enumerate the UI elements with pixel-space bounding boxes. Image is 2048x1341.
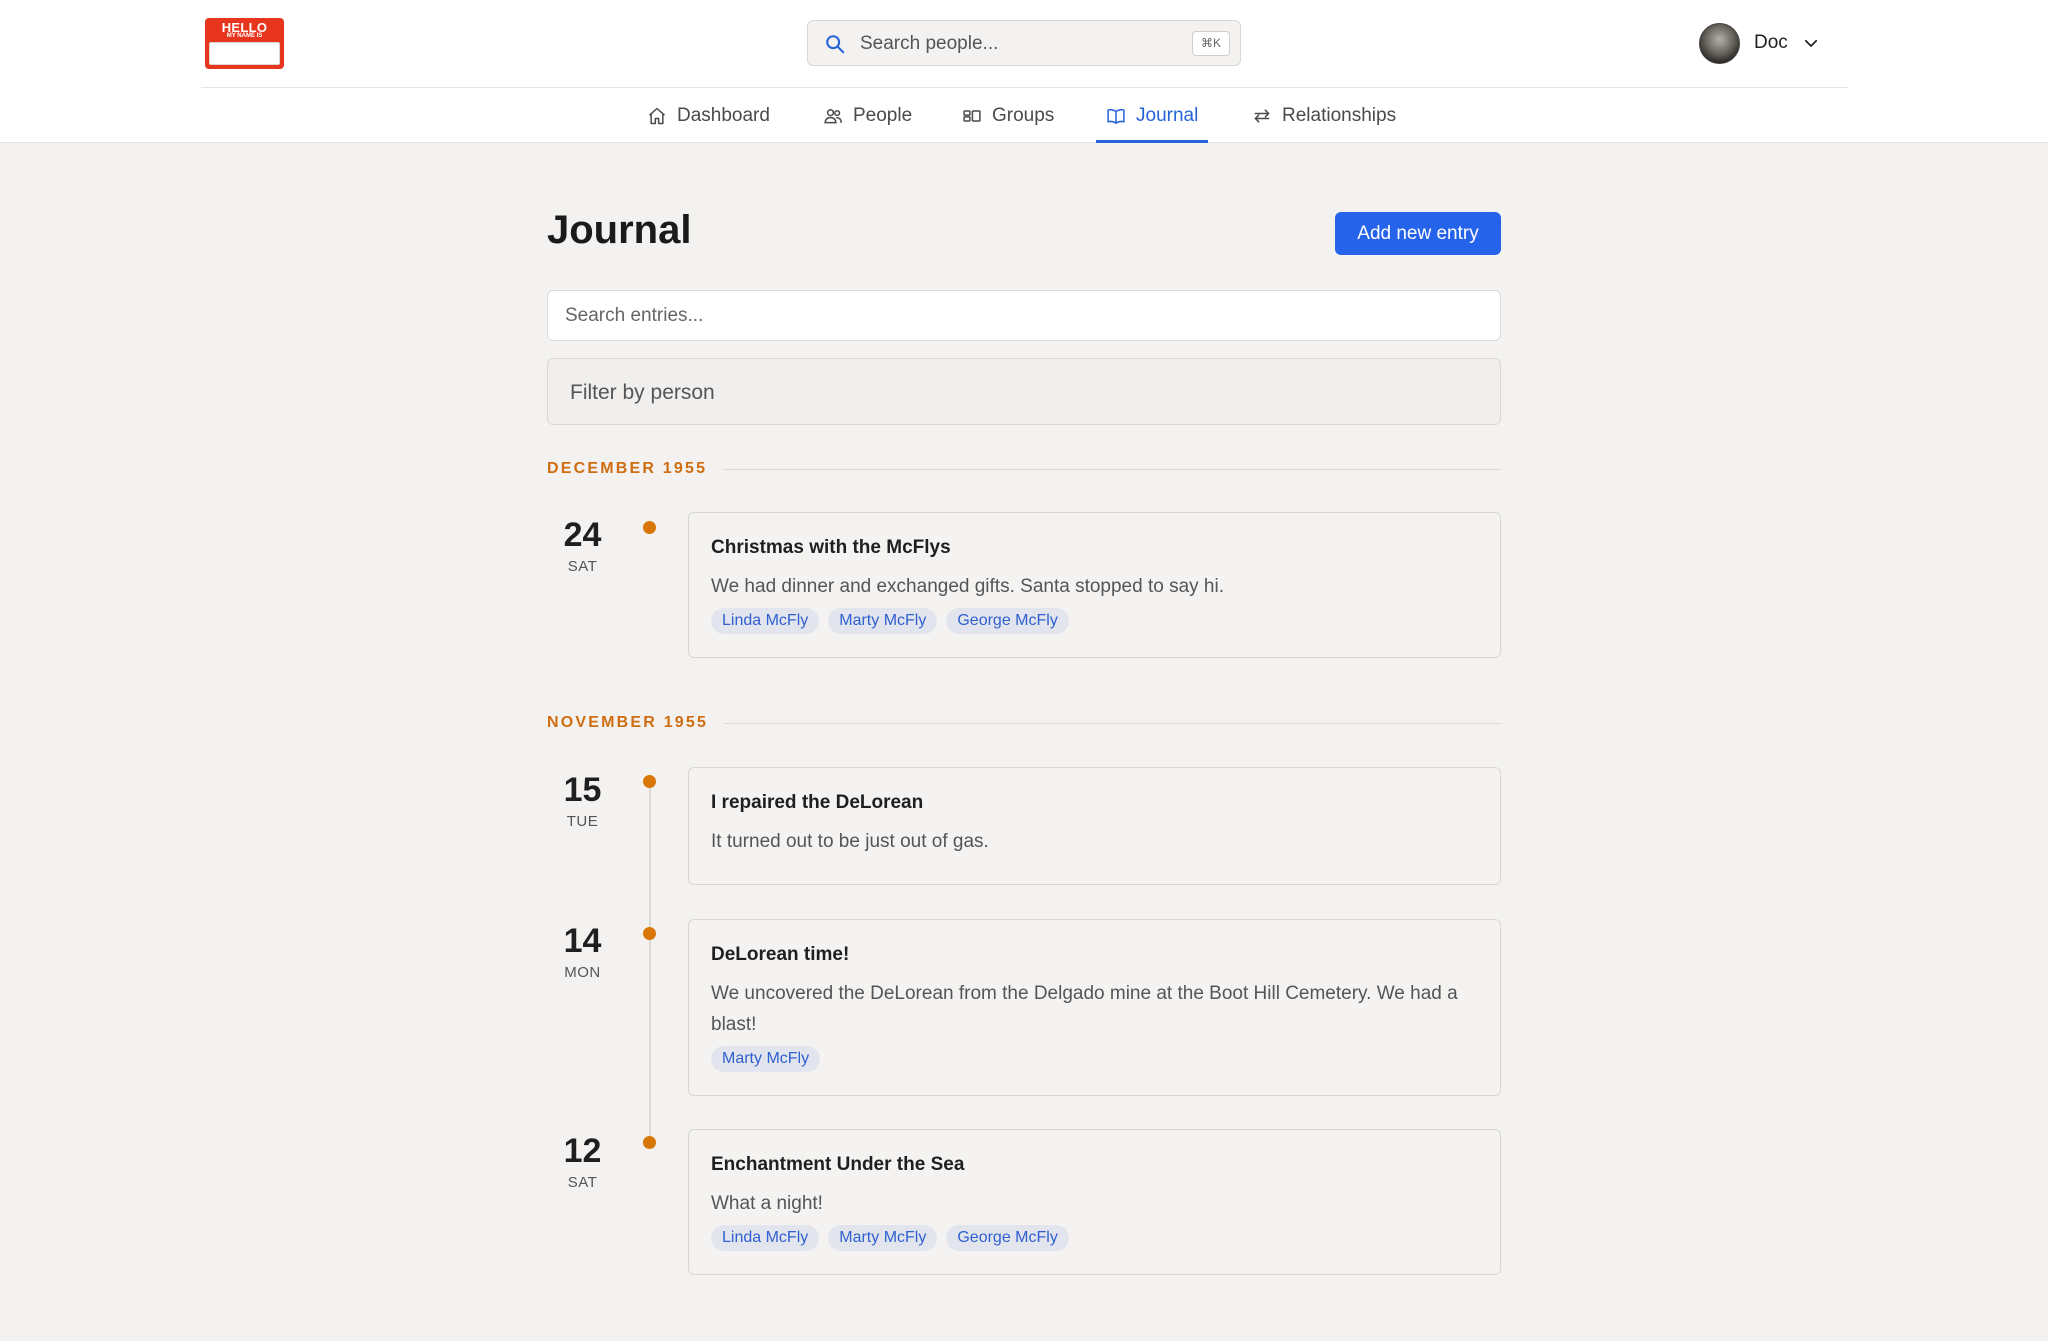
journal-entry-card[interactable]: DeLorean time! We uncovered the DeLorean…	[688, 919, 1501, 1096]
entry-title: Enchantment Under the Sea	[711, 1154, 965, 1175]
nav-label-groups: Groups	[992, 104, 1055, 126]
entry-day: 24	[563, 516, 602, 554]
home-icon	[649, 107, 665, 124]
book-icon	[1107, 108, 1125, 124]
month-header: NOVEMBER 1955	[547, 713, 1501, 733]
entry-weekday: SAT	[567, 558, 598, 575]
month-header: DECEMBER 1955	[547, 459, 1501, 479]
logo-name-card	[209, 42, 280, 65]
journal-entry-card[interactable]: Christmas with the McFlys We had dinner …	[688, 512, 1501, 658]
nav-item-journal[interactable]: Journal	[1095, 88, 1209, 143]
groups-icon	[963, 109, 981, 122]
page-title: Journal	[547, 208, 692, 252]
timeline-line	[649, 787, 651, 1142]
person-tag[interactable]: Marty McFly	[711, 1046, 821, 1072]
filter-placeholder: Filter by person	[570, 381, 715, 404]
month-divider	[724, 722, 1501, 724]
entry-body: What a night!	[711, 1193, 823, 1214]
avatar[interactable]	[1699, 22, 1740, 64]
nav-label-relationships: Relationships	[1282, 104, 1397, 126]
entry-date: 14 MON	[547, 924, 618, 981]
entry-body: We had dinner and exchanged gifts. Santa…	[711, 576, 1224, 597]
person-tag[interactable]: George McFly	[946, 1225, 1069, 1251]
timeline-dot	[643, 927, 656, 940]
entry-day: 14	[563, 922, 602, 960]
entry-weekday: SAT	[567, 1174, 598, 1191]
add-new-entry-button[interactable]: Add new entry	[1335, 212, 1501, 255]
logo-subtext: MY NAME IS	[226, 33, 263, 39]
entry-tags: Marty McFly	[711, 1046, 821, 1072]
entry-day: 15	[563, 771, 602, 809]
nav-item-people[interactable]: People	[823, 88, 912, 143]
entry-day: 12	[563, 1132, 602, 1170]
person-tag[interactable]: Linda McFly	[711, 1225, 820, 1251]
people-search-input[interactable]: Search people... ⌘K	[807, 20, 1241, 66]
entry-title: DeLorean time!	[711, 944, 850, 965]
timeline-dot	[643, 521, 656, 534]
people-search-placeholder: Search people...	[860, 33, 999, 54]
entry-title: I repaired the DeLorean	[711, 792, 924, 813]
entry-date: 15 TUE	[547, 773, 618, 830]
main-nav: Dashboard People Groups Journal Relation…	[0, 88, 2048, 143]
month-label: DECEMBER 1955	[547, 460, 708, 477]
person-tag[interactable]: Marty McFly	[828, 608, 938, 634]
entry-weekday: MON	[564, 964, 601, 981]
nav-label-journal: Journal	[1136, 104, 1199, 126]
entry-body: It turned out to be just out of gas.	[711, 831, 989, 852]
app-header: HELLO MY NAME IS Search people... ⌘K Doc…	[0, 0, 2048, 143]
person-tag[interactable]: George McFly	[946, 608, 1069, 634]
entry-weekday: TUE	[566, 813, 599, 830]
entry-date: 12 SAT	[547, 1134, 618, 1191]
journal-entry-card[interactable]: I repaired the DeLorean It turned out to…	[688, 767, 1501, 885]
search-entries-input[interactable]	[547, 290, 1501, 341]
nav-label-people: People	[853, 104, 913, 126]
nav-item-relationships[interactable]: Relationships	[1252, 88, 1396, 143]
arrows-swap-icon	[1254, 108, 1270, 123]
month-divider	[723, 468, 1501, 470]
nav-label-dashboard: Dashboard	[677, 104, 770, 126]
nav-item-groups[interactable]: Groups	[962, 88, 1054, 143]
timeline-dot	[643, 1136, 656, 1149]
person-tag[interactable]: Linda McFly	[711, 608, 820, 634]
person-tag[interactable]: Marty McFly	[828, 1225, 938, 1251]
user-menu[interactable]: Doc	[1699, 22, 1820, 64]
nav-item-dashboard[interactable]: Dashboard	[647, 88, 770, 143]
user-name: Doc	[1754, 32, 1788, 53]
entry-tags: Linda McFly Marty McFly George McFly	[711, 608, 1069, 634]
entry-title: Christmas with the McFlys	[711, 537, 951, 558]
search-icon	[826, 35, 845, 54]
entry-body: We uncovered the DeLorean from the Delga…	[711, 983, 1458, 1035]
journal-entry-card[interactable]: Enchantment Under the Sea What a night! …	[688, 1129, 1501, 1275]
users-icon	[824, 108, 842, 123]
chevron-down-icon[interactable]	[1802, 34, 1820, 52]
month-label: NOVEMBER 1955	[547, 714, 709, 731]
entry-date: 24 SAT	[547, 518, 618, 575]
filter-by-person-select[interactable]: Filter by person	[547, 358, 1501, 425]
timeline-dot	[643, 775, 656, 788]
search-shortcut-badge: ⌘K	[1191, 31, 1230, 56]
entry-tags: Linda McFly Marty McFly George McFly	[711, 1225, 1069, 1251]
top-bar: HELLO MY NAME IS Search people... ⌘K Doc	[201, 0, 1848, 88]
app-logo[interactable]: HELLO MY NAME IS	[205, 18, 284, 69]
